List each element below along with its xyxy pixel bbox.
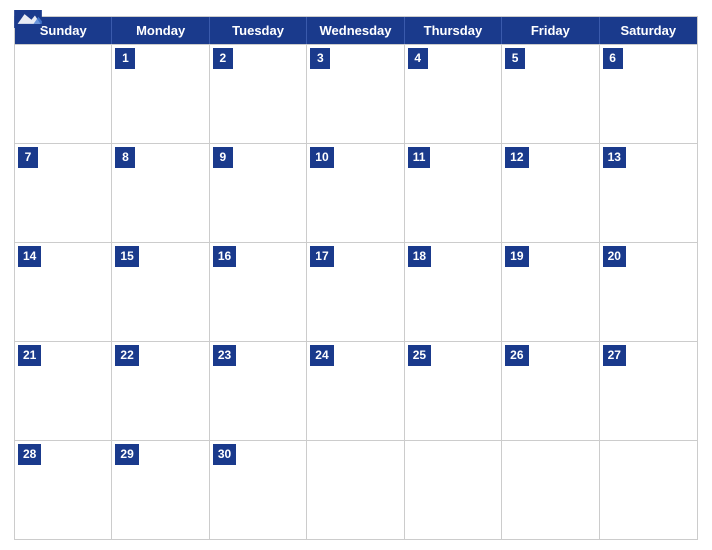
day-cell: 15 <box>112 243 209 341</box>
day-number: 2 <box>213 48 233 69</box>
day-header-monday: Monday <box>112 17 209 44</box>
week-row-3: 21 22 23 24 25 26 27 <box>15 341 697 440</box>
day-cell: 2 <box>210 45 307 143</box>
day-number: 22 <box>115 345 138 366</box>
week-row-2: 14 15 16 17 18 19 20 <box>15 242 697 341</box>
day-number: 17 <box>310 246 333 267</box>
day-cell: 30 <box>210 441 307 539</box>
day-number: 27 <box>603 345 626 366</box>
weeks-container: 1234567891011121314151617181920212223242… <box>15 44 697 539</box>
day-number: 9 <box>213 147 233 168</box>
logo <box>14 10 42 29</box>
day-cell: 25 <box>405 342 502 440</box>
day-header-saturday: Saturday <box>600 17 697 44</box>
day-number: 6 <box>603 48 623 69</box>
day-cell <box>15 45 112 143</box>
day-cell: 17 <box>307 243 404 341</box>
day-number: 21 <box>18 345 41 366</box>
day-cell: 29 <box>112 441 209 539</box>
day-number: 13 <box>603 147 626 168</box>
day-cell: 5 <box>502 45 599 143</box>
day-header-thursday: Thursday <box>405 17 502 44</box>
day-cell: 14 <box>15 243 112 341</box>
week-row-4: 28 29 30 <box>15 440 697 539</box>
day-number: 12 <box>505 147 528 168</box>
day-number: 30 <box>213 444 236 465</box>
day-number: 7 <box>18 147 38 168</box>
week-row-1: 7 8 9 10 11 12 13 <box>15 143 697 242</box>
day-cell: 18 <box>405 243 502 341</box>
day-cell <box>405 441 502 539</box>
day-header-friday: Friday <box>502 17 599 44</box>
day-cell: 6 <box>600 45 697 143</box>
day-number: 11 <box>408 147 431 168</box>
day-cell: 10 <box>307 144 404 242</box>
day-cell: 11 <box>405 144 502 242</box>
day-cell: 4 <box>405 45 502 143</box>
day-number: 23 <box>213 345 236 366</box>
calendar-container: SundayMondayTuesdayWednesdayThursdayFrid… <box>0 0 712 550</box>
day-cell: 8 <box>112 144 209 242</box>
day-cell: 19 <box>502 243 599 341</box>
day-cell: 21 <box>15 342 112 440</box>
day-number: 8 <box>115 147 135 168</box>
day-cell: 27 <box>600 342 697 440</box>
day-cell: 26 <box>502 342 599 440</box>
day-number: 19 <box>505 246 528 267</box>
day-number: 28 <box>18 444 41 465</box>
day-header-tuesday: Tuesday <box>210 17 307 44</box>
day-header-wednesday: Wednesday <box>307 17 404 44</box>
day-number: 16 <box>213 246 236 267</box>
day-number: 29 <box>115 444 138 465</box>
day-headers-row: SundayMondayTuesdayWednesdayThursdayFrid… <box>15 17 697 44</box>
day-cell: 22 <box>112 342 209 440</box>
day-number: 5 <box>505 48 525 69</box>
day-cell: 28 <box>15 441 112 539</box>
day-number: 25 <box>408 345 431 366</box>
day-cell: 23 <box>210 342 307 440</box>
week-row-0: 1 2 3 4 5 6 <box>15 44 697 143</box>
general-blue-icon <box>14 10 42 28</box>
day-cell: 24 <box>307 342 404 440</box>
day-number: 24 <box>310 345 333 366</box>
day-number: 26 <box>505 345 528 366</box>
day-cell: 12 <box>502 144 599 242</box>
day-number: 14 <box>18 246 41 267</box>
day-cell: 1 <box>112 45 209 143</box>
day-cell <box>600 441 697 539</box>
day-cell: 16 <box>210 243 307 341</box>
day-number: 4 <box>408 48 428 69</box>
day-cell: 7 <box>15 144 112 242</box>
day-number: 10 <box>310 147 333 168</box>
day-number: 3 <box>310 48 330 69</box>
day-cell: 13 <box>600 144 697 242</box>
day-cell: 3 <box>307 45 404 143</box>
day-cell: 9 <box>210 144 307 242</box>
day-cell <box>307 441 404 539</box>
day-number: 20 <box>603 246 626 267</box>
day-cell <box>502 441 599 539</box>
day-number: 1 <box>115 48 135 69</box>
day-cell: 20 <box>600 243 697 341</box>
day-number: 18 <box>408 246 431 267</box>
day-number: 15 <box>115 246 138 267</box>
calendar-grid: SundayMondayTuesdayWednesdayThursdayFrid… <box>14 16 698 540</box>
